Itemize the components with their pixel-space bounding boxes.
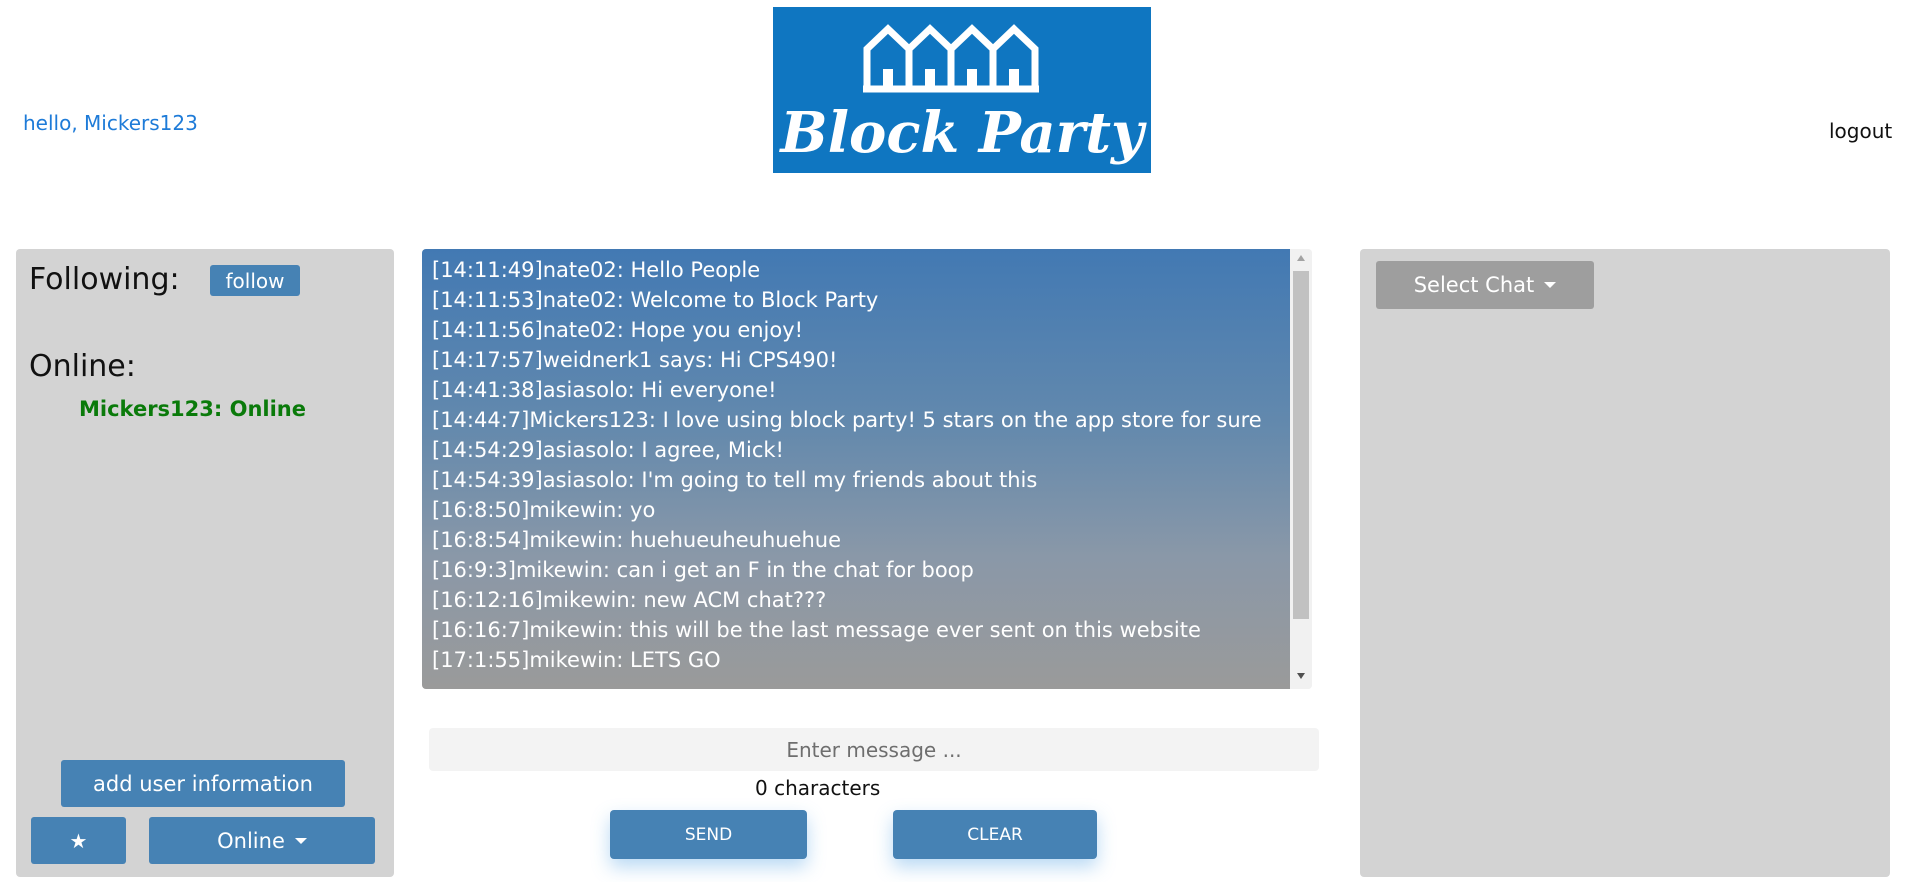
select-chat-label: Select Chat bbox=[1413, 273, 1535, 297]
left-panel: Following: follow Online: Mickers123: On… bbox=[16, 249, 394, 877]
chat-message: [14:54:39]asiasolo: I'm going to tell my… bbox=[432, 468, 1038, 492]
chevron-down-icon bbox=[1544, 282, 1557, 288]
add-user-information-button[interactable]: add user information bbox=[61, 760, 345, 807]
star-icon: ★ bbox=[69, 828, 88, 853]
favorite-button[interactable]: ★ bbox=[31, 817, 126, 864]
greeting-text: hello, Mickers123 bbox=[23, 111, 198, 135]
logo-text: Block Party bbox=[778, 100, 1147, 166]
chat-message: [16:9:3]mikewin: can i get an F in the c… bbox=[432, 558, 974, 582]
chat-message: [17:1:55]mikewin: LETS GO bbox=[432, 648, 721, 672]
chat-message: [16:8:50]mikewin: yo bbox=[432, 498, 656, 522]
chevron-down-icon bbox=[294, 837, 307, 844]
online-user-item: Mickers123: Online bbox=[79, 397, 306, 421]
select-chat-dropdown[interactable]: Select Chat bbox=[1376, 261, 1594, 309]
chat-message: [14:54:29]asiasolo: I agree, Mick! bbox=[432, 438, 784, 462]
chat-message: [14:11:56]nate02: Hope you enjoy! bbox=[432, 318, 804, 342]
chat-message: [14:17:57]weidnerk1 says: Hi CPS490! bbox=[432, 348, 838, 372]
chat-message: [14:11:53]nate02: Welcome to Block Party bbox=[432, 288, 879, 312]
chat-log[interactable]: [14:11:49]nate02: Hello People [14:11:53… bbox=[422, 249, 1312, 689]
scroll-down-icon[interactable] bbox=[1290, 673, 1312, 683]
character-count: 0 characters bbox=[755, 776, 881, 800]
send-button[interactable]: SEND bbox=[610, 810, 807, 859]
follow-button[interactable]: follow bbox=[210, 265, 300, 296]
chat-scrollbar[interactable] bbox=[1290, 249, 1312, 689]
chat-message: [14:44:7]Mickers123: I love using block … bbox=[432, 408, 1262, 432]
following-heading: Following: bbox=[29, 262, 180, 297]
chat-messages: [14:11:49]nate02: Hello People [14:11:53… bbox=[422, 249, 1290, 689]
scroll-up-icon[interactable] bbox=[1290, 255, 1312, 265]
chat-message: [14:11:49]nate02: Hello People bbox=[432, 258, 761, 282]
message-input[interactable] bbox=[429, 728, 1319, 771]
right-panel: Select Chat bbox=[1360, 249, 1890, 877]
chat-message: [16:8:54]mikewin: huehueuheuhuehue bbox=[432, 528, 842, 552]
logout-link[interactable]: logout bbox=[1829, 119, 1892, 143]
chat-message: [16:12:16]mikewin: new ACM chat??? bbox=[432, 588, 827, 612]
chat-message: [14:41:38]asiasolo: Hi everyone! bbox=[432, 378, 777, 402]
status-dropdown[interactable]: Online bbox=[149, 817, 375, 864]
online-heading: Online: bbox=[29, 349, 136, 384]
status-label: Online bbox=[217, 828, 285, 853]
scroll-thumb[interactable] bbox=[1293, 271, 1309, 619]
block-party-logo: Block Party bbox=[773, 7, 1151, 173]
app-root: hello, Mickers123 Block Party logout Fol… bbox=[0, 0, 1908, 882]
chat-message: [16:16:7]mikewin: this will be the last … bbox=[432, 618, 1201, 642]
clear-button[interactable]: CLEAR bbox=[893, 810, 1097, 859]
houses-icon: Block Party bbox=[778, 24, 1147, 166]
